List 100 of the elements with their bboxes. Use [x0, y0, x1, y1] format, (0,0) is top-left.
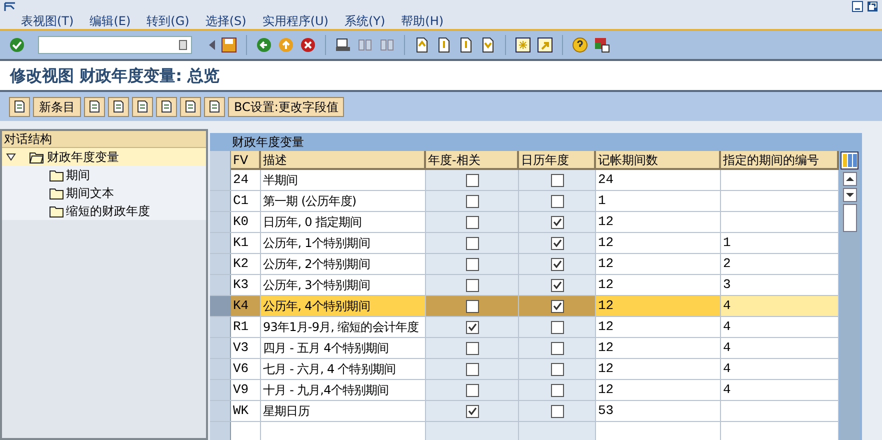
checkbox[interactable]: [466, 404, 478, 418]
table-cell[interactable]: 24: [596, 170, 721, 190]
table-cell[interactable]: 4: [721, 359, 839, 379]
minimize-icon[interactable]: [852, 1, 863, 12]
checkbox[interactable]: [550, 384, 564, 396]
toolbar-icon-button[interactable]: [132, 96, 153, 116]
tree-item[interactable]: 缩短的财政年度: [2, 202, 206, 220]
table-cell[interactable]: 12: [596, 296, 721, 316]
checkbox[interactable]: [466, 216, 478, 228]
checkbox[interactable]: [466, 320, 478, 334]
checkbox[interactable]: [550, 278, 564, 292]
checkbox[interactable]: [550, 174, 564, 186]
scrollbar[interactable]: [840, 170, 860, 440]
menu-item[interactable]: 表视图(T): [21, 15, 74, 27]
dropdown-icon[interactable]: [179, 40, 187, 50]
checkbox[interactable]: [466, 174, 478, 186]
checkbox[interactable]: [550, 342, 564, 354]
menu-item[interactable]: 帮助(H): [401, 15, 444, 27]
toolbar-icon-button[interactable]: [108, 96, 129, 116]
toolbar-icon-button[interactable]: [204, 96, 225, 116]
table-cell[interactable]: 53: [596, 401, 721, 421]
toolbar-icon-button[interactable]: [156, 96, 177, 116]
scroll-down-icon[interactable]: [843, 188, 857, 202]
checkbox[interactable]: [550, 236, 564, 250]
check-icon[interactable]: [8, 36, 26, 54]
toolbar-icon-button[interactable]: [84, 96, 105, 116]
column-header[interactable]: 指定的期间的编号: [721, 151, 839, 170]
toolbar-icon-button[interactable]: [180, 96, 201, 116]
table-cell[interactable]: [721, 170, 839, 190]
checkbox[interactable]: [550, 300, 564, 312]
expanded-triangle-icon[interactable]: [6, 153, 16, 161]
command-field[interactable]: [38, 36, 192, 54]
screen-title: 修改视图 财政年度变量: 总览: [10, 64, 220, 86]
menu-item[interactable]: 实用程序(U): [262, 15, 328, 27]
scroll-up-icon[interactable]: [843, 172, 857, 186]
document-icon: [88, 100, 101, 113]
restore-icon[interactable]: [867, 1, 878, 12]
checkbox[interactable]: [466, 300, 478, 312]
column-header[interactable]: 年度-相关: [426, 151, 519, 170]
toolbar-button[interactable]: 新条目: [33, 96, 81, 116]
table-cell[interactable]: [721, 191, 839, 211]
checkbox[interactable]: [550, 258, 564, 270]
column-header[interactable]: 记帐期间数: [596, 151, 721, 170]
left-arrow-icon[interactable]: [208, 39, 216, 51]
back-icon[interactable]: [255, 36, 273, 54]
checkbox[interactable]: [466, 194, 478, 208]
table-cell[interactable]: 4: [721, 338, 839, 358]
table-cell[interactable]: 12: [596, 233, 721, 253]
layout-icon[interactable]: [593, 36, 611, 54]
checkbox[interactable]: [550, 320, 564, 334]
checkbox[interactable]: [466, 384, 478, 396]
menu-item[interactable]: 选择(S): [205, 15, 246, 27]
menu-item[interactable]: 编辑(E): [90, 15, 131, 27]
table-cell: C1: [231, 191, 261, 211]
help-icon[interactable]: [571, 36, 589, 54]
toolbar-button[interactable]: BC设置:更改字段值: [228, 96, 344, 116]
table-cell[interactable]: 3: [721, 275, 839, 295]
checkbox[interactable]: [466, 362, 478, 376]
column-header[interactable]: FV: [231, 151, 261, 170]
toolbar-icon-button[interactable]: [9, 96, 30, 116]
cancel-icon[interactable]: [299, 36, 317, 54]
checkbox[interactable]: [466, 258, 478, 270]
table-cell: 公历年, 3个特别期间: [261, 275, 426, 295]
table-cell[interactable]: 12: [596, 380, 721, 400]
checkbox[interactable]: [550, 216, 564, 228]
column-header[interactable]: 描述: [261, 151, 426, 170]
tree-item[interactable]: 期间: [2, 166, 206, 184]
scroll-thumb[interactable]: [843, 204, 857, 232]
table-cell[interactable]: 12: [596, 317, 721, 337]
checkbox[interactable]: [466, 342, 478, 354]
menu-icon[interactable]: [4, 2, 16, 12]
column-header[interactable]: 日历年度: [519, 151, 596, 170]
table-cell[interactable]: [721, 401, 839, 421]
shortcut-icon[interactable]: [536, 36, 554, 54]
checkbox[interactable]: [550, 194, 564, 208]
table-cell[interactable]: 12: [596, 275, 721, 295]
table-cell[interactable]: 12: [596, 212, 721, 232]
table-cell[interactable]: 2: [721, 254, 839, 274]
table-cell[interactable]: 1: [596, 191, 721, 211]
table-cell: 93年1月-9月, 缩短的会计年度: [261, 317, 426, 337]
table-cell[interactable]: 1: [721, 233, 839, 253]
tree-item[interactable]: 期间文本: [2, 184, 206, 202]
new-window-icon[interactable]: [514, 36, 532, 54]
checkbox[interactable]: [466, 236, 478, 250]
checkbox[interactable]: [466, 278, 478, 292]
save-icon[interactable]: [220, 36, 238, 54]
table-cell[interactable]: 4: [721, 296, 839, 316]
checkbox[interactable]: [550, 404, 564, 418]
table-cell[interactable]: 12: [596, 338, 721, 358]
menu-item[interactable]: 系统(Y): [344, 15, 386, 27]
checkbox[interactable]: [550, 362, 564, 376]
print-icon[interactable]: [334, 36, 352, 54]
table-cell[interactable]: 4: [721, 380, 839, 400]
table-cell[interactable]: 12: [596, 359, 721, 379]
tree-item[interactable]: 财政年度变量: [2, 148, 206, 166]
table-cell[interactable]: 4: [721, 317, 839, 337]
table-cell[interactable]: [721, 212, 839, 232]
table-cell[interactable]: 12: [596, 254, 721, 274]
column-settings-icon[interactable]: [840, 151, 860, 170]
menu-item[interactable]: 转到(G): [146, 15, 190, 27]
